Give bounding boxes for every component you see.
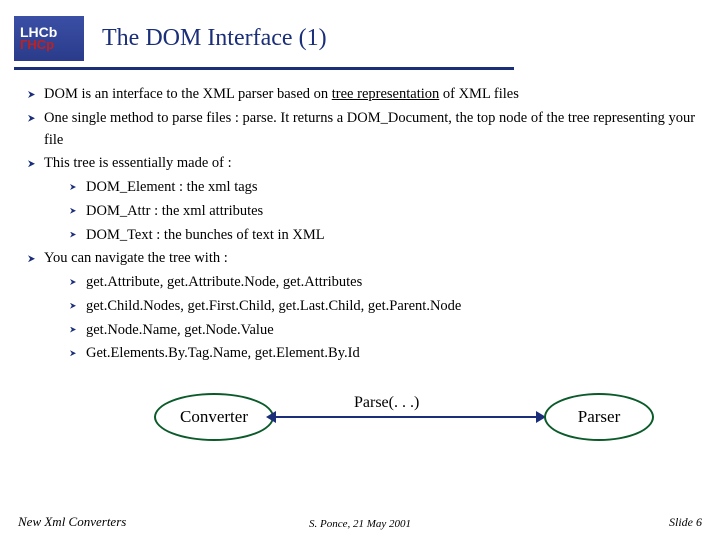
arrow-label: Parse(. . .) [354, 391, 419, 415]
parser-node: Parser [544, 393, 654, 441]
footer-center: S. Ponce, 21 May 2001 [309, 518, 411, 530]
logo-text-bottom: ГНСр [20, 38, 84, 52]
arrow-line [276, 416, 542, 418]
lhcb-logo: LHCb ГНСр [14, 16, 84, 61]
sub-bullet: DOM_Attr : the xml attributes [70, 201, 700, 223]
text: One single method to parse files : [44, 110, 243, 126]
bullet-list: DOM is an interface to the XML parser ba… [28, 84, 700, 175]
footer-right: Slide 6 [669, 515, 702, 530]
footer: New Xml Converters S. Ponce, 21 May 2001… [0, 514, 720, 530]
footer-left: New Xml Converters [18, 514, 126, 530]
slide-title: The DOM Interface (1) [102, 25, 327, 52]
bullet-1: DOM is an interface to the XML parser ba… [28, 84, 700, 106]
sub-bullet: get.Attribute, get.Attribute.Node, get.A… [70, 272, 700, 294]
diagram: Converter Parse(. . .) Parser [34, 381, 694, 451]
converter-node: Converter [154, 393, 274, 441]
sub-bullet: Get.Elements.By.Tag.Name, get.Element.By… [70, 343, 700, 365]
content-area: DOM is an interface to the XML parser ba… [0, 70, 720, 451]
sub-bullet: DOM_Text : the bunches of text in XML [70, 225, 700, 247]
bullet-2: One single method to parse files : parse… [28, 108, 700, 152]
header: LHCb ГНСр The DOM Interface (1) [0, 0, 720, 61]
sub-bullet: get.Child.Nodes, get.First.Child, get.La… [70, 296, 700, 318]
sub-bullet: get.Node.Name, get.Node.Value [70, 320, 700, 342]
bullet-3: This tree is essentially made of : [28, 153, 700, 175]
sublist-3: DOM_Element : the xml tags DOM_Attr : th… [28, 177, 700, 246]
sub-bullet: DOM_Element : the xml tags [70, 177, 700, 199]
text: of XML files [439, 86, 519, 102]
sublist-4: get.Attribute, get.Attribute.Node, get.A… [28, 272, 700, 365]
text: DOM is an interface to the XML parser ba… [44, 86, 332, 102]
bullet-list-2: You can navigate the tree with : [28, 248, 700, 270]
text-underlined: tree representation [332, 86, 439, 102]
bullet-4: You can navigate the tree with : [28, 248, 700, 270]
arrow-head-left-icon [266, 411, 276, 423]
